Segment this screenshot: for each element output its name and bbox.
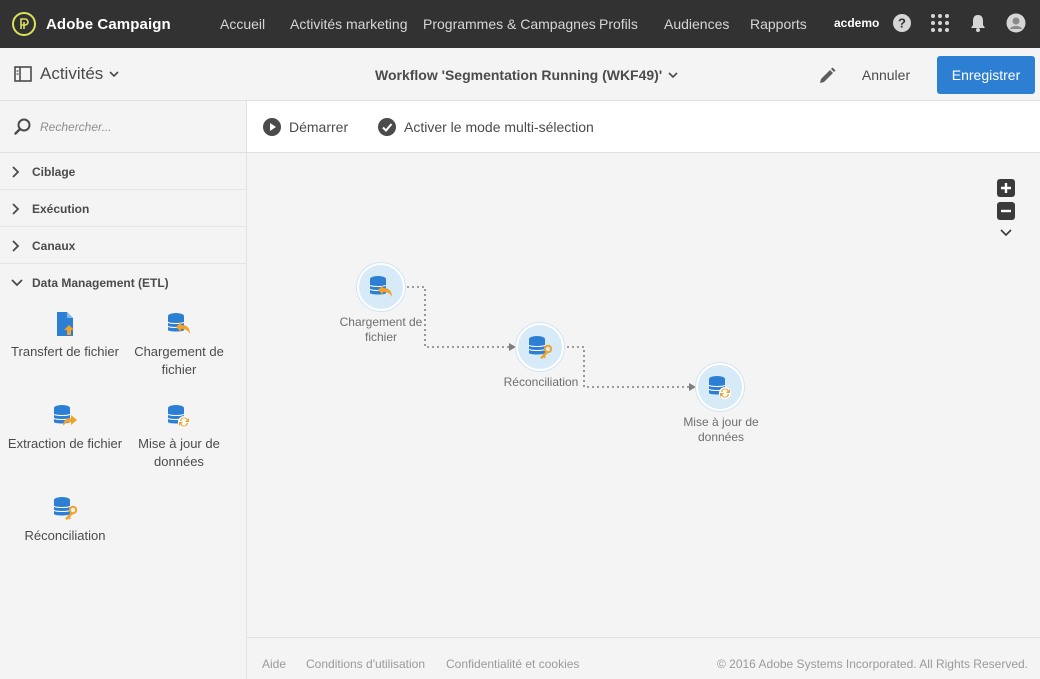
section-ciblage[interactable]: Ciblage	[0, 153, 246, 190]
activities-menu[interactable]: Activités	[14, 64, 119, 84]
tool-label: Chargement de fichier	[134, 344, 224, 377]
adobe-campaign-logo-icon	[12, 12, 36, 36]
tool-chargement-fichier[interactable]: Chargement de fichier	[120, 311, 238, 379]
node-chargement-fichier[interactable]	[357, 263, 405, 311]
panel-icon	[14, 66, 32, 82]
svg-text:?: ?	[898, 16, 906, 31]
play-icon	[263, 118, 281, 136]
save-button[interactable]: Enregistrer	[937, 56, 1035, 94]
multiselect-label: Activer le mode multi-sélection	[404, 119, 594, 135]
tool-transfert-fichier[interactable]: Transfert de fichier	[6, 311, 124, 361]
node-mise-a-jour-donnees[interactable]	[696, 363, 744, 411]
node-label: Mise à jour de données	[683, 415, 759, 444]
start-button[interactable]: Démarrer	[263, 118, 348, 136]
section-label: Data Management (ETL)	[32, 276, 169, 290]
search-input[interactable]	[38, 115, 228, 139]
section-label: Canaux	[32, 239, 76, 253]
nav-rapports[interactable]: Rapports	[750, 16, 807, 32]
apps-grid-icon[interactable]	[930, 13, 950, 33]
nav-audiences[interactable]: Audiences	[664, 16, 729, 32]
chevron-down-icon	[11, 279, 23, 287]
section-canaux[interactable]: Canaux	[0, 227, 246, 264]
cancel-button[interactable]: Annuler	[852, 58, 920, 92]
section-execution[interactable]: Exécution	[0, 190, 246, 227]
node-label: Réconciliation	[503, 375, 579, 389]
workflow-toolbar: Démarrer Activer le mode multi-sélection	[247, 101, 1040, 153]
chevron-right-icon	[12, 166, 20, 178]
file-transfer-icon	[57, 312, 74, 336]
file-load-icon	[369, 276, 392, 297]
tool-extraction-fichier[interactable]: Extraction de fichier	[6, 403, 124, 453]
file-load-icon	[167, 313, 190, 334]
brand[interactable]: Adobe Campaign	[12, 11, 171, 37]
user-avatar-icon[interactable]	[1006, 13, 1026, 33]
transitions	[407, 286, 696, 391]
workflow-title[interactable]: Workflow 'Segmentation Running (WKF49)'	[375, 67, 678, 83]
workflow-title-text: Workflow 'Segmentation Running (WKF49)'	[375, 67, 663, 83]
footer-link-conditions[interactable]: Conditions d'utilisation	[306, 657, 425, 671]
reconciliation-icon	[53, 497, 78, 520]
footer-link-confidentialite[interactable]: Confidentialité et cookies	[446, 657, 579, 671]
search-bar	[0, 101, 246, 153]
start-label: Démarrer	[289, 119, 349, 135]
reconciliation-icon	[528, 336, 553, 359]
multiselect-button[interactable]: Activer le mode multi-sélection	[378, 118, 594, 136]
activities-sidebar: Ciblage Exécution Canaux Data Management…	[0, 101, 247, 679]
top-navigation: Adobe Campaign Accueil Activités marketi…	[0, 0, 1040, 48]
chevron-down-icon	[109, 70, 119, 77]
help-icon[interactable]: ?	[892, 13, 912, 33]
checkmark-circle-icon	[378, 118, 396, 136]
section-label: Ciblage	[32, 165, 76, 179]
chevron-right-icon	[12, 203, 20, 215]
copyright: © 2016 Adobe Systems Incorporated. All R…	[716, 657, 1028, 671]
brand-title: Adobe Campaign	[46, 15, 171, 33]
nav-activites-marketing[interactable]: Activités marketing	[290, 16, 407, 32]
user-name[interactable]: acdemo	[834, 16, 879, 30]
nav-accueil[interactable]: Accueil	[220, 16, 265, 32]
tool-label: Réconciliation	[24, 528, 106, 543]
footer: Aide Conditions d'utilisation Confidenti…	[247, 637, 1040, 679]
node-reconciliation[interactable]	[516, 323, 564, 371]
search-icon	[14, 118, 31, 135]
nav-programmes-campagnes[interactable]: Programmes & Campagnes	[423, 16, 596, 32]
footer-link-aide[interactable]: Aide	[262, 657, 286, 671]
nav-profils[interactable]: Profils	[599, 16, 638, 32]
tool-label: Extraction de fichier	[7, 436, 123, 451]
tool-label: Transfert de fichier	[11, 344, 119, 359]
data-update-icon	[167, 405, 190, 428]
edit-pencil-icon[interactable]	[817, 66, 837, 91]
tool-label: Mise à jour de données	[138, 436, 220, 469]
file-extract-icon	[53, 405, 77, 426]
chevron-right-icon	[12, 240, 20, 252]
node-label: Chargement de fichier	[339, 315, 423, 344]
tool-mise-a-jour-donnees[interactable]: Mise à jour de données	[120, 403, 238, 471]
activities-label: Activités	[40, 64, 104, 83]
data-update-icon	[708, 376, 731, 399]
section-data-management[interactable]: Data Management (ETL)	[0, 264, 246, 301]
action-bar: Activités Workflow 'Segmentation Running…	[0, 48, 1040, 101]
bell-icon[interactable]	[968, 13, 988, 33]
tool-reconciliation[interactable]: Réconciliation	[6, 495, 124, 545]
chevron-down-icon	[668, 71, 678, 78]
section-label: Exécution	[32, 202, 90, 216]
workflow-canvas[interactable]: Chargement de fichier Réconciliation Mis…	[247, 153, 1040, 637]
